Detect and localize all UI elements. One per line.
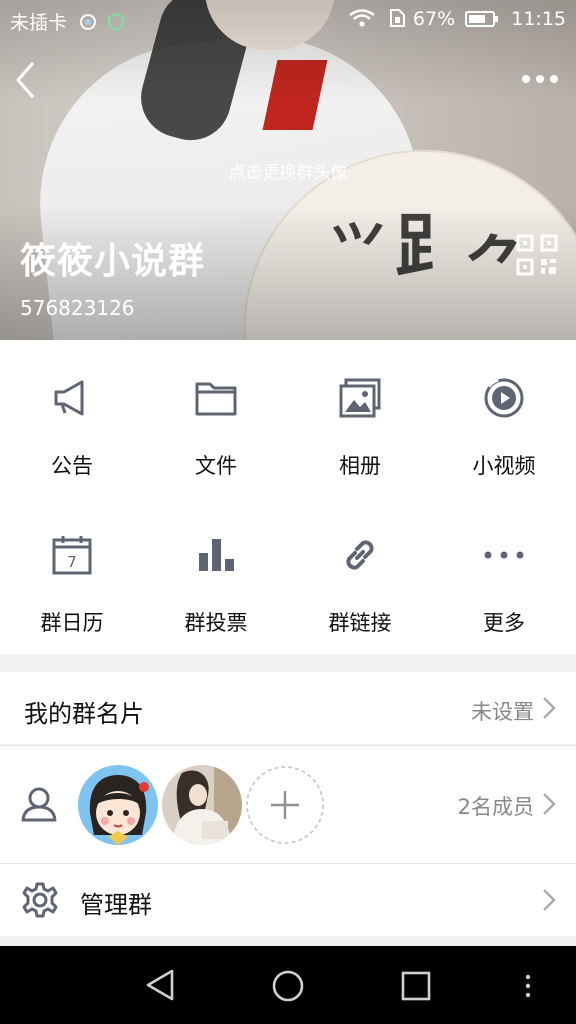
- feature-label: 更多: [483, 611, 525, 635]
- album-icon: [339, 378, 381, 418]
- status-bar: 未插卡 67% 11:15: [0, 0, 576, 40]
- chevron-right-icon: [543, 697, 556, 719]
- shield-icon: [108, 12, 125, 32]
- members-row[interactable]: 2名成员: [0, 746, 576, 863]
- feature-label: 小视频: [472, 454, 536, 478]
- feature-label: 文件: [195, 454, 237, 478]
- group-cover[interactable]: ⺍ ⻊ ⺈ 未插卡 67% 11:15 点击更换群头像 筱筱小说群 576823…: [0, 0, 576, 340]
- more-dots-icon: [522, 75, 558, 83]
- feature-label: 群日历: [40, 611, 104, 635]
- link-icon: [346, 540, 374, 570]
- feature-files[interactable]: 文件: [144, 340, 288, 497]
- group-name: 筱筱小说群: [20, 241, 206, 282]
- video-icon: [484, 376, 524, 418]
- member-count: 2名成员: [457, 795, 534, 819]
- calendar-day-text: 7: [67, 553, 77, 571]
- my-group-card-row[interactable]: 我的群名片 未设置: [0, 672, 576, 744]
- more-dots-icon: [484, 551, 524, 559]
- megaphone-icon: [54, 380, 84, 416]
- gear-icon: [22, 882, 58, 918]
- clock: 11:15: [511, 8, 566, 30]
- more-options-button[interactable]: [518, 64, 562, 94]
- feature-album[interactable]: 相册: [288, 340, 432, 497]
- my-group-card-value: 未设置: [471, 700, 534, 724]
- battery-icon: [465, 11, 499, 27]
- back-arrow-icon: [16, 62, 34, 98]
- feature-grid: 公告 文件 相册 小视频 7 群日历 群投票 群链接 更多: [0, 340, 576, 654]
- nav-recents-button[interactable]: [400, 970, 432, 1002]
- member-avatar[interactable]: [78, 765, 158, 845]
- feature-label: 群投票: [184, 611, 248, 635]
- member-avatar[interactable]: [162, 765, 242, 845]
- chevron-right-icon: [543, 889, 556, 911]
- feature-more[interactable]: 更多: [432, 497, 576, 654]
- feature-group-link[interactable]: 群链接: [288, 497, 432, 654]
- notification-icon: [80, 14, 97, 30]
- add-member-button[interactable]: [245, 765, 325, 845]
- feature-short-video[interactable]: 小视频: [432, 340, 576, 497]
- group-id: 576823126: [20, 296, 135, 320]
- nav-menu-button[interactable]: [520, 972, 536, 1000]
- feature-group-vote[interactable]: 群投票: [144, 497, 288, 654]
- nav-home-button[interactable]: [270, 968, 306, 1004]
- feature-label: 公告: [51, 454, 93, 478]
- feature-label: 群链接: [328, 611, 392, 635]
- chevron-right-icon: [543, 793, 556, 815]
- manage-group-row[interactable]: 管理群: [0, 864, 576, 936]
- wifi-icon: [349, 9, 375, 27]
- feature-announcement[interactable]: 公告: [0, 340, 144, 497]
- feature-label: 相册: [339, 454, 381, 478]
- change-avatar-hint[interactable]: 点击更换群头像: [0, 158, 576, 183]
- feature-group-calendar[interactable]: 7 群日历: [0, 497, 144, 654]
- calendar-icon: 7: [52, 536, 92, 575]
- qr-code-button[interactable]: [516, 234, 558, 276]
- my-group-card-label: 我的群名片: [24, 700, 144, 728]
- nav-back-button[interactable]: [142, 968, 178, 1002]
- manage-group-label: 管理群: [80, 891, 152, 919]
- members-icon: [21, 787, 57, 822]
- carrier-text: 未插卡: [10, 12, 68, 34]
- back-button[interactable]: [10, 60, 46, 100]
- folder-icon: [195, 382, 237, 416]
- sim-icon: [389, 9, 405, 27]
- qr-code-icon: [516, 234, 558, 276]
- bar-chart-icon: [199, 539, 234, 571]
- battery-percent: 67%: [412, 8, 456, 30]
- system-nav-bar: [0, 946, 576, 1024]
